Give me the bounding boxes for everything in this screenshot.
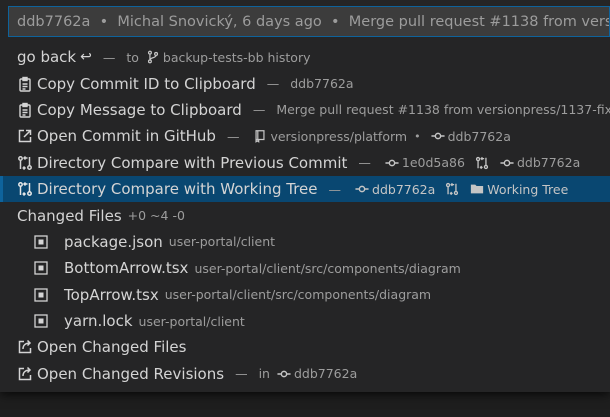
file-modified-icon xyxy=(34,261,48,275)
open-commit-github-description: versionpress/platform • ddb7762a xyxy=(250,128,511,144)
repo-name: versionpress/platform xyxy=(270,128,408,144)
copy-commit-id-label: Copy Commit ID to Clipboard xyxy=(37,74,256,93)
separator: — xyxy=(226,128,240,144)
commit-sha: ddb7762a xyxy=(447,128,511,144)
changed-files-counts: +0 ~4 -0 xyxy=(127,208,185,224)
changed-files-label: Changed Files xyxy=(17,206,122,225)
changed-file-item[interactable]: yarn.lock user-portal/client xyxy=(0,308,610,334)
open-changed-revisions-item[interactable]: Open Changed Revisions — in ddb7762a xyxy=(0,361,610,387)
commit-sha: ddb7762a xyxy=(372,181,436,197)
working-tree-label: Working Tree xyxy=(487,181,569,197)
copy-message-description: Merge pull request #1138 from versionpre… xyxy=(276,102,610,118)
changed-file-item[interactable]: BottomArrow.tsx user-portal/client/src/c… xyxy=(0,255,610,281)
current-commit-sha: ddb7762a xyxy=(516,155,581,171)
commit-sha: ddb7762a xyxy=(293,366,358,382)
compare-previous-commit-item[interactable]: Directory Compare with Previous Commit —… xyxy=(0,150,610,176)
copy-message-label: Copy Message to Clipboard xyxy=(37,100,242,119)
branch-icon xyxy=(146,50,160,64)
commit-icon xyxy=(385,156,399,170)
compare-icon xyxy=(17,181,33,197)
file-modified-icon xyxy=(34,314,48,328)
changed-file-item[interactable]: TopArrow.tsx user-portal/client/src/comp… xyxy=(0,282,610,308)
file-name: yarn.lock xyxy=(64,312,133,331)
return-arrow-icon: ↩ xyxy=(80,49,92,66)
commit-icon xyxy=(355,182,369,196)
file-name: TopArrow.tsx xyxy=(64,285,159,304)
file-path: user-portal/client xyxy=(138,313,245,329)
compare-previous-commit-label: Directory Compare with Previous Commit xyxy=(37,153,348,172)
quick-pick-input-box[interactable] xyxy=(8,6,610,37)
go-back-description: to backup-tests-bb history xyxy=(126,50,310,65)
repo-icon xyxy=(253,129,267,144)
open-revision-icon xyxy=(17,366,33,382)
file-name: package.json xyxy=(64,232,163,251)
folder-icon xyxy=(470,182,484,196)
compare-working-tree-description: ddb7762a Working Tree xyxy=(352,182,568,197)
commit-icon xyxy=(277,367,291,381)
compare-icon xyxy=(475,156,489,170)
file-name: BottomArrow.tsx xyxy=(64,259,189,278)
open-changed-files-label: Open Changed Files xyxy=(37,338,187,357)
go-back-label: go back xyxy=(17,48,77,67)
separator: — xyxy=(252,102,266,118)
clipboard-icon xyxy=(17,76,33,92)
open-changed-files-item[interactable]: Open Changed Files xyxy=(0,334,610,360)
link-external-icon xyxy=(17,128,33,144)
copy-message-item[interactable]: Copy Message to Clipboard — Merge pull r… xyxy=(0,97,610,123)
go-back-item[interactable]: go back ↩ — to backup-tests-bb history xyxy=(0,44,610,70)
clipboard-icon xyxy=(17,102,33,118)
separator: — xyxy=(266,76,280,92)
compare-previous-commit-description: 1e0d5a86 ddb7762a xyxy=(382,155,580,170)
file-path: user-portal/client/src/components/diagra… xyxy=(194,260,461,276)
copy-commit-id-item[interactable]: Copy Commit ID to Clipboard — ddb7762a xyxy=(0,70,610,96)
compare-working-tree-item[interactable]: Directory Compare with Working Tree — dd… xyxy=(0,175,610,203)
compare-icon xyxy=(17,155,33,171)
go-back-prefix: to xyxy=(126,49,139,65)
copy-commit-id-description: ddb7762a xyxy=(290,76,354,92)
file-path: user-portal/client/src/components/diagra… xyxy=(164,287,432,303)
open-changed-revisions-label: Open Changed Revisions xyxy=(37,364,225,383)
commit-icon xyxy=(500,156,514,170)
dot-separator: • xyxy=(414,129,421,143)
file-path: user-portal/client xyxy=(168,234,276,250)
separator: — xyxy=(102,49,116,65)
changed-files-header[interactable]: Changed Files +0 ~4 -0 xyxy=(0,202,610,228)
previous-commit-sha: 1e0d5a86 xyxy=(401,155,465,171)
file-modified-icon xyxy=(34,235,48,249)
open-commit-github-label: Open Commit in GitHub xyxy=(37,127,216,146)
open-file-icon xyxy=(17,339,33,355)
open-changed-revisions-description: in ddb7762a xyxy=(259,366,358,381)
in-prefix: in xyxy=(258,366,270,382)
compare-icon xyxy=(445,182,459,196)
separator: — xyxy=(358,155,371,171)
go-back-target: backup-tests-bb history xyxy=(162,49,311,65)
file-modified-icon xyxy=(34,288,48,302)
open-commit-github-item[interactable]: Open Commit in GitHub — versionpress/pla… xyxy=(0,123,610,149)
quick-pick-list: go back ↩ — to backup-tests-bb history C… xyxy=(0,44,610,387)
quick-pick-panel: go back ↩ — to backup-tests-bb history C… xyxy=(0,0,610,392)
commit-icon xyxy=(431,129,445,143)
separator: — xyxy=(328,181,342,197)
changed-file-item[interactable]: package.json user-portal/client xyxy=(0,229,610,255)
quick-pick-input[interactable] xyxy=(9,7,609,36)
compare-working-tree-label: Directory Compare with Working Tree xyxy=(37,180,318,199)
separator: — xyxy=(235,366,248,382)
